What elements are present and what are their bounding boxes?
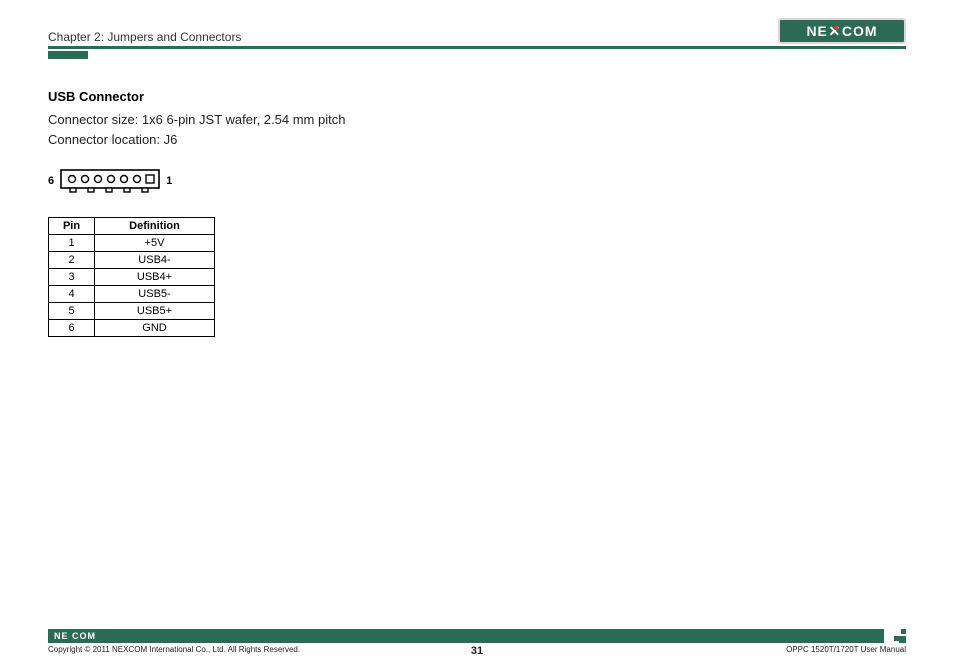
cell-pin: 3 <box>49 269 95 286</box>
cell-pin: 4 <box>49 286 95 303</box>
table-header-row: Pin Definition <box>49 218 215 235</box>
logo-x-icon: ✕ <box>828 23 842 40</box>
table-row: 1+5V <box>49 235 215 252</box>
footer-bar: NE COM <box>48 629 884 643</box>
table-row: 5USB5+ <box>49 303 215 320</box>
cell-def: USB5- <box>95 286 215 303</box>
section-title: USB Connector <box>48 89 906 104</box>
accent-bar <box>48 51 88 59</box>
cell-pin: 1 <box>49 235 95 252</box>
col-pin-header: Pin <box>49 218 95 235</box>
footer-decoration-icon <box>888 629 906 643</box>
cell-def: +5V <box>95 235 215 252</box>
pin-label-right: 1 <box>166 175 172 187</box>
cell-pin: 6 <box>49 320 95 337</box>
connector-diagram-icon <box>60 169 160 193</box>
header-divider <box>48 46 906 49</box>
cell-pin: 2 <box>49 252 95 269</box>
table-row: 3USB4+ <box>49 269 215 286</box>
table-row: 4USB5- <box>49 286 215 303</box>
cell-def: GND <box>95 320 215 337</box>
footer-logo: NE COM <box>48 631 96 641</box>
col-def-header: Definition <box>95 218 215 235</box>
logo-com: COM <box>842 23 878 39</box>
nexcom-logo: NE✕COM <box>778 18 906 44</box>
footer-manual-name: OPPC 1520T/1720T User Manual <box>786 645 906 654</box>
connector-location-line: Connector location: J6 <box>48 130 906 150</box>
logo-ne: NE <box>806 23 827 39</box>
cell-pin: 5 <box>49 303 95 320</box>
table-row: 2USB4- <box>49 252 215 269</box>
page-number: 31 <box>471 645 483 657</box>
connector-size-line: Connector size: 1x6 6-pin JST wafer, 2.5… <box>48 110 906 130</box>
chapter-title: Chapter 2: Jumpers and Connectors <box>48 30 241 44</box>
pin-definition-table: Pin Definition 1+5V 2USB4- 3USB4+ 4USB5-… <box>48 217 215 337</box>
cell-def: USB4+ <box>95 269 215 286</box>
cell-def: USB5+ <box>95 303 215 320</box>
table-row: 6GND <box>49 320 215 337</box>
cell-def: USB4- <box>95 252 215 269</box>
connector-diagram-row: 6 1 <box>48 169 906 193</box>
footer-copyright: Copyright © 2011 NEXCOM International Co… <box>48 645 300 654</box>
pin-label-left: 6 <box>48 175 54 187</box>
page-footer: NE COM Copyright © 2011 NEXCOM Internati… <box>48 629 906 654</box>
